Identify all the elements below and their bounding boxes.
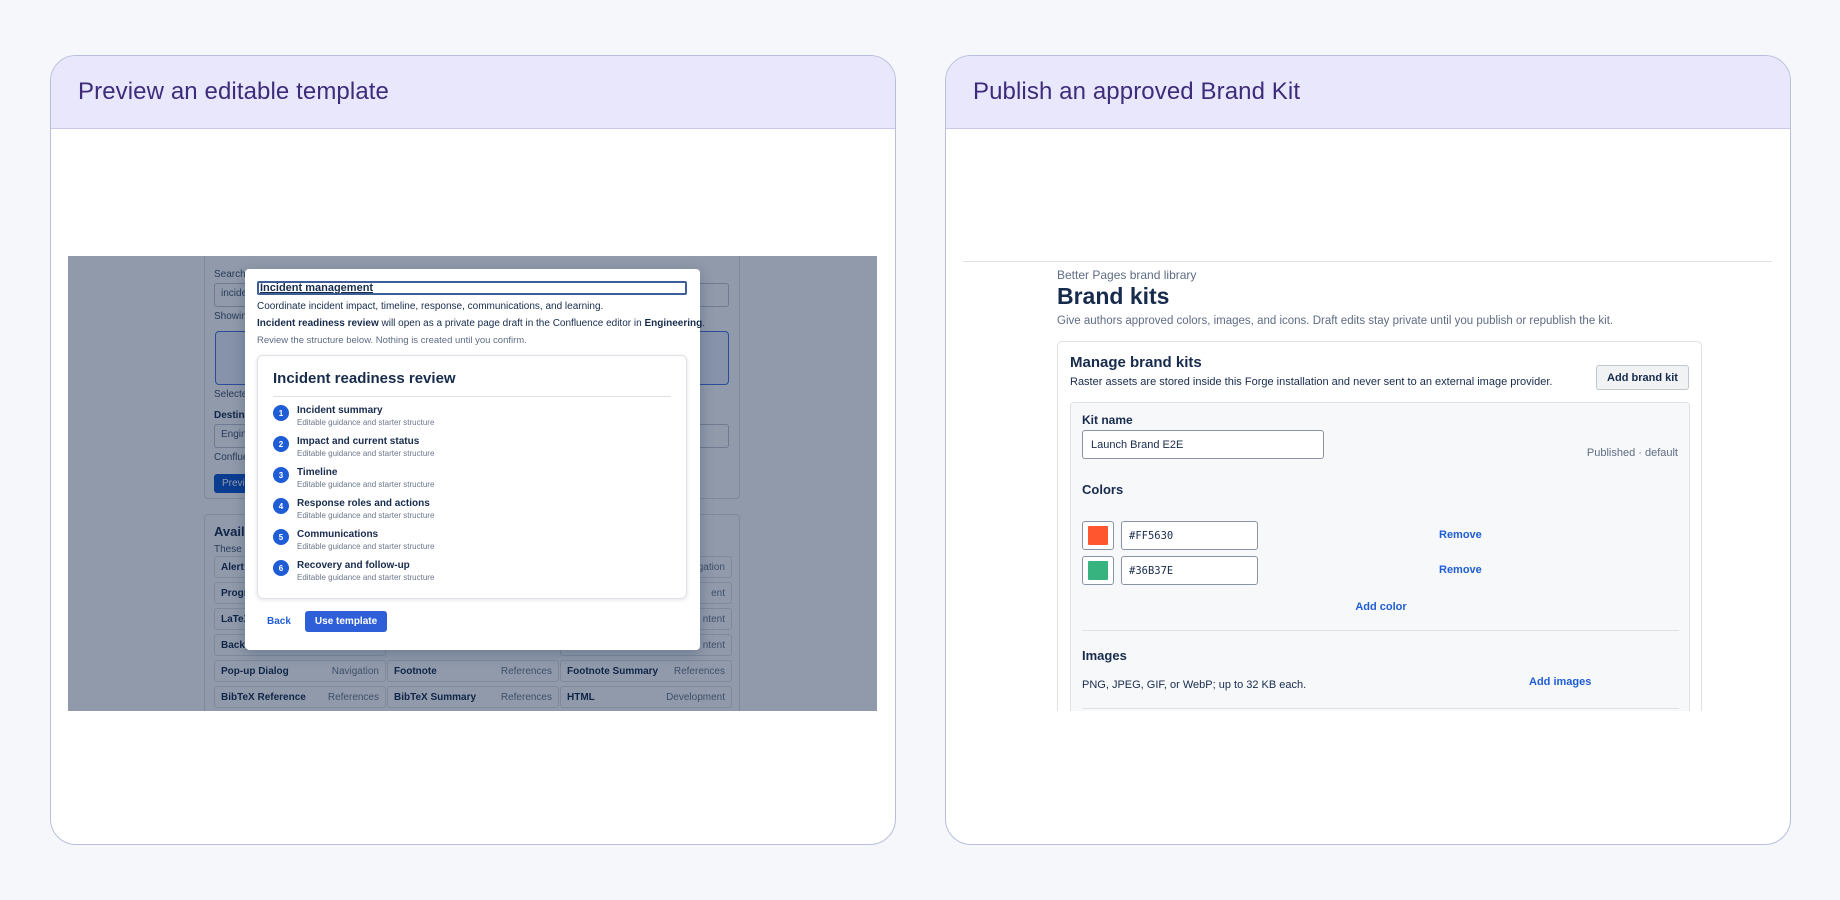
template-preview-screenshot: Search incide Showin Selecte Destina Eng… — [68, 256, 877, 711]
section-divider — [1082, 630, 1679, 631]
remove-color-button[interactable]: Remove — [1439, 529, 1482, 541]
panel-description: Raster assets are stored inside this For… — [1070, 376, 1553, 388]
step-title: Incident summary — [297, 405, 383, 416]
card-title: Preview an editable template — [78, 78, 389, 105]
step-title: Response roles and actions — [297, 498, 430, 509]
back-button[interactable]: Back — [257, 612, 301, 631]
page-title-input[interactable]: Incident management — [257, 281, 687, 295]
template-preview-dialog: Incident management Coordinate incident … — [245, 269, 705, 650]
color-swatch — [1088, 526, 1108, 545]
page-title: Brand kits — [1057, 283, 1170, 309]
color-swatch-picker[interactable] — [1082, 556, 1114, 585]
brand-kit-editor: Kit name Launch Brand E2E Published · de… — [1070, 402, 1690, 711]
add-images-button[interactable]: Add images — [1529, 676, 1591, 688]
step-sub: Editable guidance and starter structure — [297, 480, 435, 489]
card-header: Preview an editable template — [51, 56, 895, 129]
note-page-name: Incident readiness review — [257, 318, 379, 329]
review-hint: Review the structure below. Nothing is c… — [257, 335, 527, 346]
images-heading: Images — [1082, 648, 1127, 663]
structure-step: 1 Incident summary Editable guidance and … — [273, 405, 671, 428]
template-description: Coordinate incident impact, timeline, re… — [257, 301, 604, 312]
brand-kit-card: Publish an approved Brand Kit Better Pag… — [945, 55, 1791, 845]
preview-page-title: Incident readiness review — [273, 370, 671, 397]
panel-heading: Manage brand kits — [1070, 354, 1202, 371]
structure-preview: Incident readiness review 1 Incident sum… — [257, 355, 687, 599]
step-title: Timeline — [297, 467, 338, 478]
structure-step: 4 Response roles and actions Editable gui… — [273, 498, 671, 521]
kit-name-input[interactable]: Launch Brand E2E — [1082, 430, 1324, 459]
step-title: Impact and current status — [297, 436, 420, 447]
step-sub: Editable guidance and starter structure — [297, 418, 435, 427]
color-hex-input[interactable]: #FF5630 — [1121, 521, 1258, 550]
template-preview-card: Preview an editable template Search inci… — [50, 55, 896, 845]
kit-name-label: Kit name — [1082, 413, 1133, 427]
images-description: PNG, JPEG, GIF, or WebP; up to 32 KB eac… — [1082, 679, 1307, 691]
color-hex-input[interactable]: #36B37E — [1121, 556, 1258, 585]
colors-heading: Colors — [1082, 482, 1124, 497]
note-space-name: Engineering — [644, 318, 703, 329]
use-template-button[interactable]: Use template — [304, 611, 388, 632]
manage-brand-kits-panel: Manage brand kits Raster assets are stor… — [1057, 341, 1702, 711]
step-title: Recovery and follow-up — [297, 560, 410, 571]
step-number-badge: 1 — [273, 405, 289, 421]
structure-step: 3 Timeline Editable guidance and starter … — [273, 467, 671, 490]
breadcrumb: Better Pages brand library — [1057, 268, 1197, 282]
step-sub: Editable guidance and starter structure — [297, 573, 435, 582]
step-number-badge: 5 — [273, 529, 289, 545]
dialog-actions: Back Use template — [257, 611, 388, 632]
step-number-badge: 4 — [273, 498, 289, 514]
note-text: will open as a private page draft in the… — [378, 318, 645, 329]
kit-status: Published · default — [1586, 447, 1678, 459]
structure-step: 5 Communications Editable guidance and st… — [273, 529, 671, 552]
card-title: Publish an approved Brand Kit — [973, 78, 1301, 105]
step-sub: Editable guidance and starter structure — [297, 542, 435, 551]
step-number-badge: 2 — [273, 436, 289, 452]
add-color-button[interactable]: Add color — [1071, 601, 1691, 613]
step-sub: Editable guidance and starter structure — [297, 511, 435, 520]
brand-kit-screenshot: Better Pages brand library Brand kits Gi… — [963, 256, 1772, 711]
note-end: . — [702, 318, 706, 329]
step-number-badge: 6 — [273, 560, 289, 576]
destination-note: Incident readiness review will open as a… — [257, 318, 705, 329]
remove-color-button[interactable]: Remove — [1439, 564, 1482, 576]
card-header: Publish an approved Brand Kit — [946, 56, 1790, 129]
structure-step: 2 Impact and current status Editable guid… — [273, 436, 671, 459]
step-title: Communications — [297, 529, 379, 540]
color-swatch-picker[interactable] — [1082, 521, 1114, 550]
step-number-badge: 3 — [273, 467, 289, 483]
structure-step: 6 Recovery and follow-up Editable guidanc… — [273, 560, 671, 583]
step-sub: Editable guidance and starter structure — [297, 449, 435, 458]
top-divider — [963, 261, 1772, 262]
color-swatch — [1088, 561, 1108, 580]
section-divider — [1082, 708, 1679, 709]
page-subtitle: Give authors approved colors, images, an… — [1057, 315, 1614, 327]
add-brand-kit-button[interactable]: Add brand kit — [1596, 365, 1689, 390]
